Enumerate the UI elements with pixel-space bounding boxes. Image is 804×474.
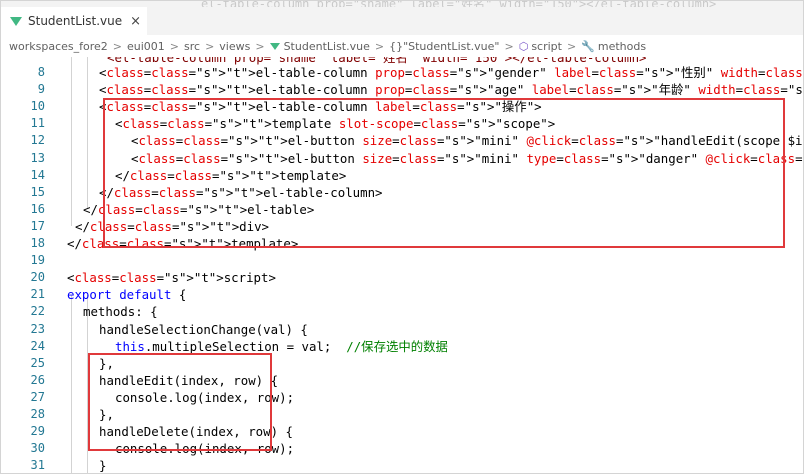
line-number: 15 bbox=[30, 184, 45, 199]
code-line: 22 methods: { bbox=[1, 303, 803, 320]
breadcrumb-item-src[interactable]: src bbox=[184, 40, 200, 53]
breadcrumb-item-file[interactable]: StudentList.vue bbox=[284, 40, 370, 53]
breadcrumb-item-views[interactable]: views bbox=[219, 40, 250, 53]
line-number: 24 bbox=[30, 338, 45, 353]
code-line: 21 export default { bbox=[1, 286, 803, 303]
line-number: 26 bbox=[30, 372, 45, 387]
vue-file-icon bbox=[10, 16, 22, 26]
line-number: 29 bbox=[30, 424, 45, 439]
code-text: <class=class="s">"t">el-table-column pro… bbox=[99, 82, 803, 98]
code-text: <class=class="s">"t">script> bbox=[67, 270, 276, 286]
line-number: 16 bbox=[30, 201, 45, 216]
line-number: 11 bbox=[30, 116, 45, 131]
code-line: 31} bbox=[1, 457, 803, 474]
code-line: 19 bbox=[1, 252, 803, 269]
breadcrumb-separator: > bbox=[205, 39, 215, 53]
line-number: 20 bbox=[30, 270, 45, 285]
breadcrumb: workspaces_fore2 > eui001 > src > views … bbox=[1, 35, 803, 57]
line-number: 12 bbox=[30, 133, 45, 148]
line-number: 19 bbox=[30, 253, 45, 268]
line-number: 18 bbox=[30, 236, 45, 250]
highlight-box-methods bbox=[88, 353, 272, 451]
vue-file-icon bbox=[269, 42, 280, 50]
line-number: 31 bbox=[30, 458, 45, 473]
line-number: 21 bbox=[30, 287, 45, 302]
code-line: 23 handleSelectionChange(val) { bbox=[1, 321, 803, 338]
tab-studentlist[interactable]: StudentList.vue × bbox=[1, 7, 147, 35]
code-text: <class=class="s">"t">el-table-column pro… bbox=[99, 65, 803, 80]
breadcrumb-separator: > bbox=[112, 39, 122, 53]
clipped-line-above-tab: el-table-column prop="sname" label="姓名" … bbox=[201, 1, 761, 7]
line-number: 25 bbox=[30, 355, 45, 370]
code-editor[interactable]: 7 <el-table-column prop="sname" label="姓… bbox=[1, 57, 803, 474]
breadcrumb-item-workspace[interactable]: workspaces_fore2 bbox=[9, 40, 108, 53]
highlight-box-table-column bbox=[103, 98, 785, 248]
cube-icon: ⬡ bbox=[518, 39, 529, 53]
breadcrumb-separator: > bbox=[169, 39, 180, 53]
line-number: 13 bbox=[30, 150, 45, 165]
wrench-icon: 🔧 bbox=[581, 39, 595, 53]
line-number: 14 bbox=[30, 167, 45, 182]
breadcrumb-separator: > bbox=[566, 39, 577, 53]
breadcrumb-item-script[interactable]: script bbox=[531, 40, 562, 53]
code-line: 20 <class=class="s">"t">script> bbox=[1, 269, 803, 286]
breadcrumb-item-project[interactable]: eui001 bbox=[127, 40, 165, 53]
line-number: 8 bbox=[37, 65, 45, 79]
tab-label: StudentList.vue bbox=[28, 14, 123, 28]
tab-bar: el-table-column prop="sname" label="姓名" … bbox=[1, 1, 803, 35]
code-text: export default { bbox=[67, 287, 187, 303]
code-text: handleSelectionChange(val) { bbox=[99, 321, 308, 337]
line-number: 10 bbox=[30, 99, 45, 114]
close-icon[interactable]: × bbox=[130, 14, 141, 29]
breadcrumb-separator: > bbox=[504, 39, 514, 53]
line-number: 22 bbox=[30, 304, 45, 319]
code-text: } bbox=[99, 458, 107, 474]
code-line: 8 <class=class="s">"t">el-table-column pr… bbox=[1, 64, 803, 81]
code-text: methods: { bbox=[83, 304, 158, 320]
line-number: 17 bbox=[30, 218, 45, 233]
breadcrumb-separator: > bbox=[255, 39, 265, 53]
line-number: 9 bbox=[37, 82, 45, 97]
editor-window: el-table-column prop="sname" label="姓名" … bbox=[0, 0, 804, 474]
breadcrumb-separator: > bbox=[374, 39, 385, 53]
line-number: 28 bbox=[30, 407, 45, 421]
breadcrumb-item-component[interactable]: {}"StudentList.vue" bbox=[389, 40, 499, 53]
line-number: 23 bbox=[30, 321, 45, 336]
breadcrumb-item-methods[interactable]: methods bbox=[598, 40, 646, 53]
line-number: 30 bbox=[30, 441, 45, 456]
code-line: 9 <class=class="s">"t">el-table-column pr… bbox=[1, 81, 803, 98]
line-number: 27 bbox=[30, 389, 45, 404]
